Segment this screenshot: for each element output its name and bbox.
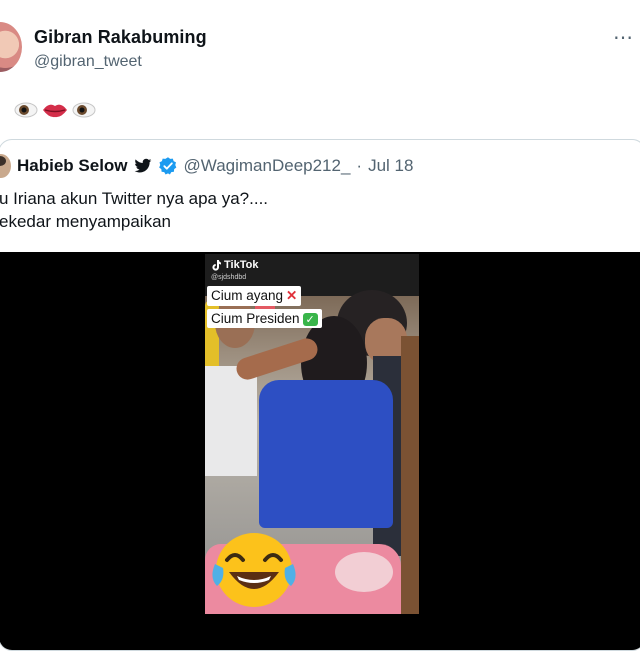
video-frame[interactable]: TikTok @sjdshdbd Cium ayang ✕ Cium Presi… <box>205 254 419 614</box>
quoted-tweet-text-line1: u Iriana akun Twitter nya apa ya?.... <box>0 189 269 208</box>
tiktok-username: @sjdshdbd <box>211 274 247 281</box>
person-left-body <box>205 366 257 476</box>
pillar <box>401 336 419 614</box>
eye-emoji-icon <box>72 102 96 118</box>
quoted-tweet-header: Habieb Selow @WagimanDeep212_ · Jul 18 <box>17 156 413 176</box>
verified-badge-icon <box>158 157 176 175</box>
author-name[interactable]: Gibran Rakabuming <box>34 27 207 48</box>
tears-of-joy-emoji-icon <box>212 533 296 607</box>
eye-emoji-icon <box>14 102 38 118</box>
lips-emoji-icon <box>43 104 67 118</box>
tiktok-watermark: TikTok <box>211 259 258 271</box>
tweet-text <box>14 97 96 123</box>
caption2-text: Cium Presiden <box>211 311 300 326</box>
caption-cium-presiden: Cium Presiden ✓ <box>207 309 322 328</box>
author-handle[interactable]: @gibran_tweet <box>34 53 142 71</box>
bird-icon <box>133 158 151 173</box>
quoted-tweet-date[interactable]: Jul 18 <box>368 156 413 176</box>
tiktok-label: TikTok <box>224 259 259 271</box>
caption-cium-ayang: Cium ayang ✕ <box>207 286 302 306</box>
separator-dot: · <box>356 156 363 175</box>
cross-mark-icon: ✕ <box>286 288 298 303</box>
white-bag <box>335 552 393 592</box>
quoted-author-handle[interactable]: @WagimanDeep212_ <box>184 156 351 176</box>
quoted-author-avatar[interactable] <box>0 154 11 178</box>
woman-blue-shirt <box>259 380 393 528</box>
quoted-tweet-text-line2: ekedar menyampaikan <box>0 212 171 231</box>
author-avatar[interactable] <box>0 22 22 72</box>
quoted-tweet-card[interactable]: Habieb Selow @WagimanDeep212_ · Jul 18 u… <box>0 139 640 651</box>
caption1-text: Cium ayang <box>211 288 284 303</box>
tiktok-logo-icon <box>212 259 221 271</box>
quoted-tweet-media[interactable]: TikTok @sjdshdbd Cium ayang ✕ Cium Presi… <box>0 252 640 650</box>
more-options-icon[interactable]: ⋯ <box>608 22 638 52</box>
check-mark-icon: ✓ <box>302 313 318 326</box>
quoted-author-name[interactable]: Habieb Selow <box>17 156 128 176</box>
